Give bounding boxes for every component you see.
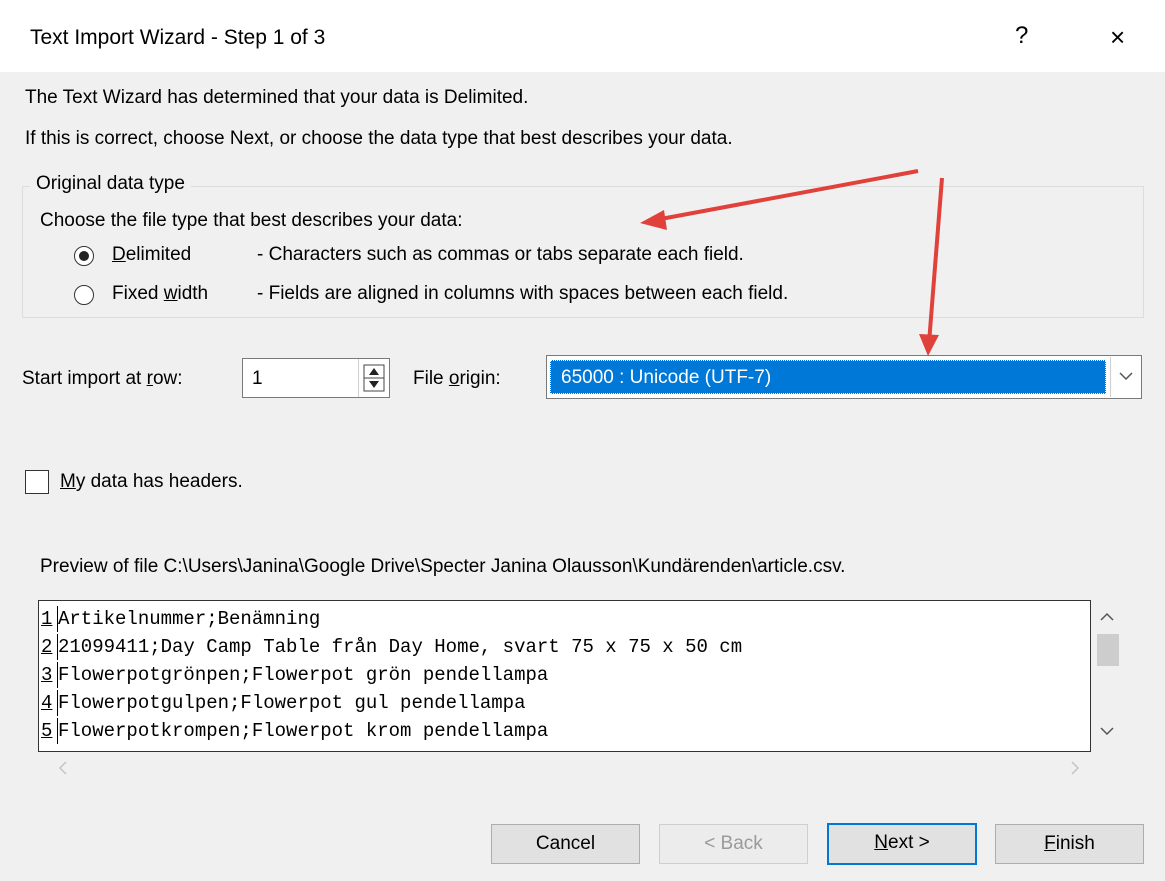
preview-row-number: 4 xyxy=(39,690,58,716)
spinner-buttons[interactable] xyxy=(358,359,390,397)
headers-checkbox[interactable] xyxy=(25,470,49,494)
preview-row-number: 5 xyxy=(39,718,58,744)
finish-button[interactable]: Finish xyxy=(995,824,1144,864)
preview-vertical-scrollbar[interactable] xyxy=(1090,600,1142,750)
arrowhead-icon xyxy=(919,334,939,356)
preview-row-number: 3 xyxy=(39,662,58,688)
preview-row: 1 Artikelnummer;Benämning xyxy=(39,606,1090,632)
file-origin-value[interactable]: 65000 : Unicode (UTF-7) xyxy=(550,360,1106,394)
preview-row-text: Flowerpotgulpen;Flowerpot gul pendellamp… xyxy=(58,692,526,714)
intro-line-1: The Text Wizard has determined that your… xyxy=(25,87,529,108)
file-type-prompt: Choose the file type that best describes… xyxy=(40,210,463,231)
radio-fixed-width[interactable]: Fixed width xyxy=(74,283,254,309)
radio-fixed-width-indicator[interactable] xyxy=(74,285,94,305)
radio-fixed-width-label: Fixed width xyxy=(112,283,209,304)
preview-label: Preview of file C:\Users\Janina\Google D… xyxy=(40,556,846,577)
preview-row: 4 Flowerpotgulpen;Flowerpot gul pendellam… xyxy=(39,690,1090,716)
back-button[interactable]: < Back xyxy=(659,824,808,864)
preview-row-number: 1 xyxy=(39,606,58,632)
file-origin-label: File origin: xyxy=(413,368,501,389)
next-button[interactable]: Next > xyxy=(827,823,977,865)
preview-pane[interactable]: 1 Artikelnummer;Benämning 2 21099411;Day C… xyxy=(38,600,1091,752)
scroll-right-icon xyxy=(1071,761,1080,775)
fixed-width-description: - Fields are aligned in columns with spa… xyxy=(257,283,789,304)
group-legend: Original data type xyxy=(30,173,191,195)
scroll-up-icon xyxy=(1100,612,1114,621)
start-row-value[interactable]: 1 xyxy=(252,368,263,390)
delimited-description: - Characters such as commas or tabs sepa… xyxy=(257,244,744,265)
radio-delimited[interactable]: Delimited xyxy=(74,244,254,270)
headers-checkbox-label[interactable]: My data has headers. xyxy=(60,471,243,493)
preview-row-text: 21099411;Day Camp Table från Day Home, s… xyxy=(58,636,743,658)
radio-delimited-indicator[interactable] xyxy=(74,246,94,266)
preview-horizontal-scrollbar[interactable] xyxy=(38,752,1089,782)
preview-row: 5 Flowerpotkrompen;Flowerpot krom pendell… xyxy=(39,718,1090,744)
radio-delimited-label: Delimited xyxy=(112,244,192,265)
scroll-left-icon xyxy=(58,761,67,775)
horizontal-scroll-icons[interactable] xyxy=(38,752,1089,782)
preview-row-text: Flowerpotkrompen;Flowerpot krom pendella… xyxy=(58,720,549,742)
preview-row-text: Artikelnummer;Benämning xyxy=(58,608,321,630)
intro-line-2: If this is correct, choose Next, or choo… xyxy=(25,128,733,149)
vertical-scroll-icons[interactable] xyxy=(1090,600,1142,750)
preview-row-text: Flowerpotgrönpen;Flowerpot grön pendella… xyxy=(58,664,549,686)
start-row-label: Start import at row: xyxy=(22,368,183,389)
close-button[interactable]: × xyxy=(1110,22,1125,53)
scroll-thumb xyxy=(1097,634,1119,666)
help-button[interactable]: ? xyxy=(1015,22,1028,50)
preview-row: 3 Flowerpotgrönpen;Flowerpot grön pendell… xyxy=(39,662,1090,688)
spinner-arrows-icon[interactable] xyxy=(359,359,390,397)
file-origin-dropdown[interactable] xyxy=(1110,357,1141,397)
preview-row-number: 2 xyxy=(39,634,58,660)
cancel-button[interactable]: Cancel xyxy=(491,824,640,864)
scroll-down-icon xyxy=(1100,727,1114,736)
window-title: Text Import Wizard - Step 1 of 3 xyxy=(30,26,326,49)
preview-row: 2 21099411;Day Camp Table från Day Home, … xyxy=(39,634,1090,660)
chevron-down-icon[interactable] xyxy=(1111,357,1141,397)
